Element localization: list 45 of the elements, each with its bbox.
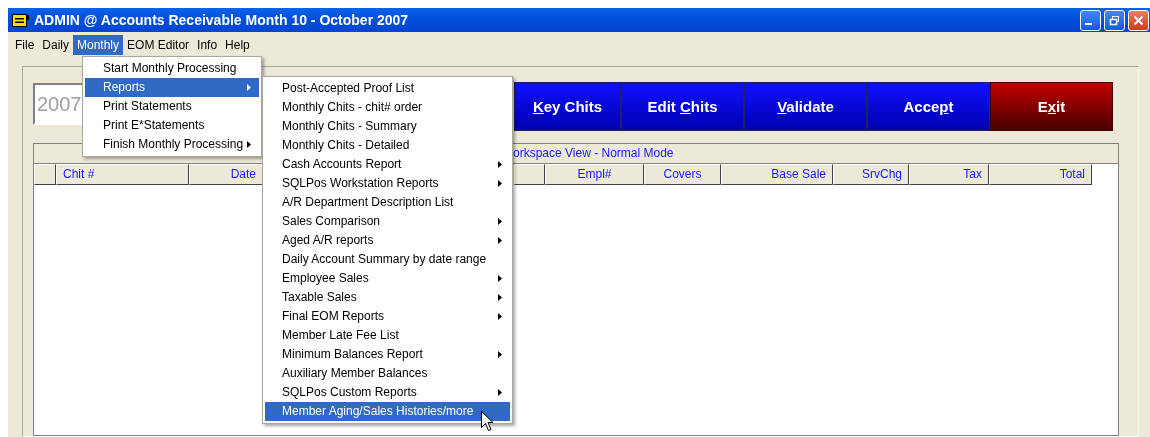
menu-item[interactable]: SQLPos Custom Reports (265, 383, 510, 402)
menu-item[interactable]: Start Monthly Processing (85, 59, 259, 78)
menu-item[interactable]: Member Aging/Sales Histories/more (265, 402, 510, 421)
minimize-icon (1085, 22, 1092, 25)
column-header[interactable]: SrvChg (833, 164, 909, 185)
column-header[interactable]: Total (989, 164, 1092, 185)
action-button[interactable]: Key Chits (514, 82, 621, 131)
app-icon (12, 13, 29, 27)
menu-item[interactable]: Daily Account Summary by date range (265, 250, 510, 269)
menu-item[interactable]: Post-Accepted Proof List (265, 79, 510, 98)
column-header[interactable]: Date (189, 164, 263, 185)
column-header[interactable]: Tax (909, 164, 989, 185)
restore-icon (1109, 14, 1120, 26)
action-button[interactable]: Accept (867, 82, 990, 131)
menu-item[interactable]: Member Late Fee List (265, 326, 510, 345)
restore-button[interactable] (1104, 9, 1125, 31)
column-header[interactable]: Empl# (545, 164, 644, 185)
close-icon (1133, 14, 1144, 26)
menu-item[interactable]: A/R Department Description List (265, 193, 510, 212)
menu-item[interactable]: SQLPos Workstation Reports (265, 174, 510, 193)
action-button[interactable]: Edit Chits (621, 82, 744, 131)
menu-item[interactable]: Sales Comparison (265, 212, 510, 231)
window-title: ADMIN @ Accounts Receivable Month 10 - October 2007 (34, 12, 409, 28)
menu-item[interactable]: Employee Sales (265, 269, 510, 288)
action-button[interactable]: Validate (744, 82, 867, 131)
menu-item[interactable]: Auxiliary Member Balances (265, 364, 510, 383)
menu-item[interactable]: Minimum Balances Report (265, 345, 510, 364)
menu-item[interactable]: Final EOM Reports (265, 307, 510, 326)
menu-bar-item[interactable]: Monthly (73, 35, 124, 55)
minimize-button[interactable] (1080, 9, 1101, 31)
menu-item[interactable]: Monthly Chits - chit# order (265, 98, 510, 117)
exit-button[interactable]: Exit (990, 82, 1113, 131)
column-header[interactable]: Chit # (56, 164, 189, 185)
menu-item[interactable]: Aged A/R reports (265, 231, 510, 250)
menu-bar-item[interactable]: EOM Editor (123, 35, 194, 55)
column-header[interactable]: Base Sale (721, 164, 833, 185)
menu-bar-item[interactable]: File (11, 35, 39, 55)
column-header[interactable]: Covers (644, 164, 721, 185)
close-button[interactable] (1128, 9, 1149, 31)
menu-bar-item[interactable]: Help (221, 35, 254, 55)
menu-bar-item[interactable]: Daily (38, 35, 73, 55)
menu-item[interactable]: Reports (85, 78, 259, 97)
menu-item[interactable]: Monthly Chits - Summary (265, 117, 510, 136)
menu-bar-item[interactable]: Info (193, 35, 222, 55)
menu-item[interactable]: Taxable Sales (265, 288, 510, 307)
